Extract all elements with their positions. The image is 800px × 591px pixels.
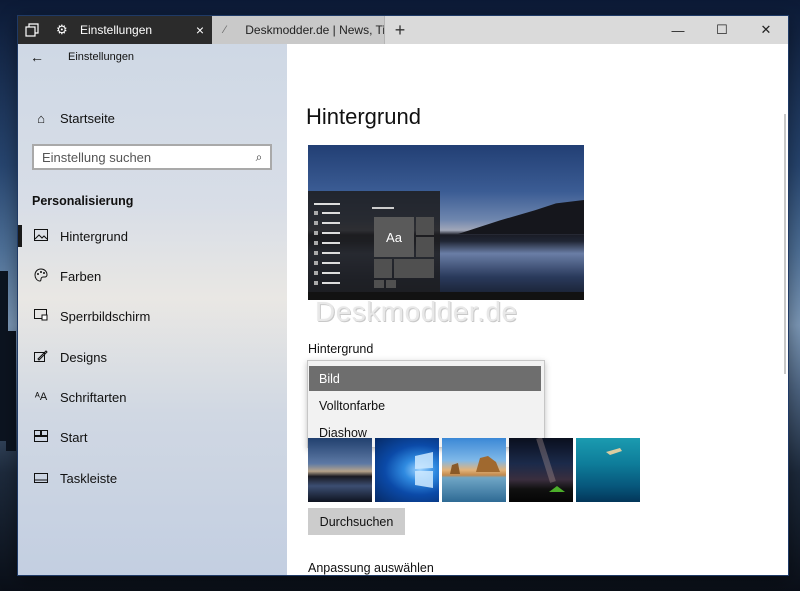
thumbnail-lake[interactable] xyxy=(308,438,372,502)
app-title: Einstellungen xyxy=(68,51,135,63)
section-heading: Personalisierung xyxy=(32,194,134,208)
background-label: Hintergrund xyxy=(308,342,374,356)
minimize-icon: — xyxy=(671,22,685,38)
maximize-icon: ☐ xyxy=(716,22,728,37)
taskbar-icon xyxy=(32,471,50,486)
picture-icon xyxy=(32,228,50,244)
tab-overview-button[interactable] xyxy=(18,16,46,44)
tab-einstellungen[interactable]: ⚙ Einstellungen × xyxy=(46,16,212,44)
dropdown-option-bild[interactable]: Bild xyxy=(309,366,541,391)
tab-close-button[interactable]: × xyxy=(188,22,212,38)
sidebar-item-hintergrund[interactable]: Hintergrund xyxy=(18,219,287,253)
title-bar: ⚙ Einstellungen × ⁄ Deskmodder.de | News… xyxy=(18,16,788,44)
tab-label: Deskmodder.de | News, Tip xyxy=(245,23,384,37)
sidebar-item-label: Farben xyxy=(60,268,102,284)
sidebar-item-taskleiste[interactable]: Taskleiste xyxy=(18,461,287,495)
start-icon xyxy=(32,429,50,445)
desktop-background-left xyxy=(0,0,18,591)
sidebar-item-start[interactable]: Start xyxy=(18,420,287,454)
thumbnail-underwater[interactable] xyxy=(576,438,640,502)
scrollbar-thumb[interactable] xyxy=(784,114,786,374)
minimize-button[interactable]: — xyxy=(656,16,700,44)
thumbnail-beach[interactable] xyxy=(442,438,506,502)
search-box[interactable]: ⌕ xyxy=(32,144,272,170)
sidebar-item-label: Startseite xyxy=(60,110,115,126)
content-pane: Hintergrund Aa Deskmodder.de Hintergrund… xyxy=(287,44,788,575)
palette-icon xyxy=(32,267,50,285)
tabs-icon xyxy=(25,23,39,37)
close-button[interactable]: ✕ xyxy=(744,16,788,44)
sidebar-item-label: Taskleiste xyxy=(60,470,118,486)
desktop-background-right xyxy=(788,0,800,591)
lockscreen-icon xyxy=(32,308,50,324)
new-tab-button[interactable]: + xyxy=(386,16,414,44)
sidebar-item-designs[interactable]: Designs xyxy=(18,340,287,374)
back-arrow-icon[interactable]: ← xyxy=(30,49,44,65)
home-icon: ⌂ xyxy=(37,110,45,126)
font-icon: ᴬA xyxy=(34,391,48,403)
sidebar-item-label: Hintergrund xyxy=(60,228,128,244)
back-row: ← Einstellungen xyxy=(18,44,287,70)
preview-tile-text: Aa xyxy=(374,217,414,257)
watermark-logo: Deskmodder.de xyxy=(315,296,518,327)
settings-window: ⚙ Einstellungen × ⁄ Deskmodder.de | News… xyxy=(18,16,788,575)
background-type-dropdown[interactable]: Bild Volltonfarbe Diashow xyxy=(307,360,545,448)
sidebar: ← Einstellungen ⌂ Startseite ⌕ Personali… xyxy=(18,44,287,575)
sidebar-item-label: Start xyxy=(60,429,88,445)
sidebar-item-home[interactable]: ⌂ Startseite xyxy=(18,104,115,132)
page-icon: ⁄ xyxy=(224,24,226,36)
sidebar-item-label: Schriftarten xyxy=(60,389,127,405)
scrollbar[interactable] xyxy=(784,44,788,575)
tab-deskmodder[interactable]: ⁄ Deskmodder.de | News, Tip xyxy=(212,16,385,44)
maximize-button[interactable]: ☐ xyxy=(700,16,744,44)
sidebar-item-sperrbildschirm[interactable]: Sperrbildschirm xyxy=(18,299,287,333)
thumbnail-windows[interactable] xyxy=(375,438,439,502)
dropdown-option-volltonfarbe[interactable]: Volltonfarbe xyxy=(309,393,541,418)
close-icon: ✕ xyxy=(760,22,772,37)
sidebar-item-label: Designs xyxy=(60,349,107,365)
preview-start-menu: Aa xyxy=(308,191,440,292)
search-icon[interactable]: ⌕ xyxy=(248,150,270,165)
search-input[interactable] xyxy=(40,148,248,166)
browse-button[interactable]: Durchsuchen xyxy=(308,508,405,535)
thumbnail-night-sky[interactable] xyxy=(509,438,573,502)
sidebar-item-farben[interactable]: Farben xyxy=(18,259,287,293)
page-title: Hintergrund xyxy=(306,104,421,129)
brush-icon xyxy=(32,349,50,366)
fit-label: Anpassung auswählen xyxy=(308,561,434,575)
sidebar-item-schriftarten[interactable]: ᴬA Schriftarten xyxy=(18,380,287,414)
option-label: Bild xyxy=(319,371,340,386)
wallpaper-preview: Aa xyxy=(308,145,584,300)
option-label: Volltonfarbe xyxy=(319,398,386,413)
sidebar-item-label: Sperrbildschirm xyxy=(60,308,151,324)
preview-landscape xyxy=(458,200,584,234)
tab-label: Einstellungen xyxy=(80,23,153,37)
gear-icon: ⚙ xyxy=(56,22,68,37)
